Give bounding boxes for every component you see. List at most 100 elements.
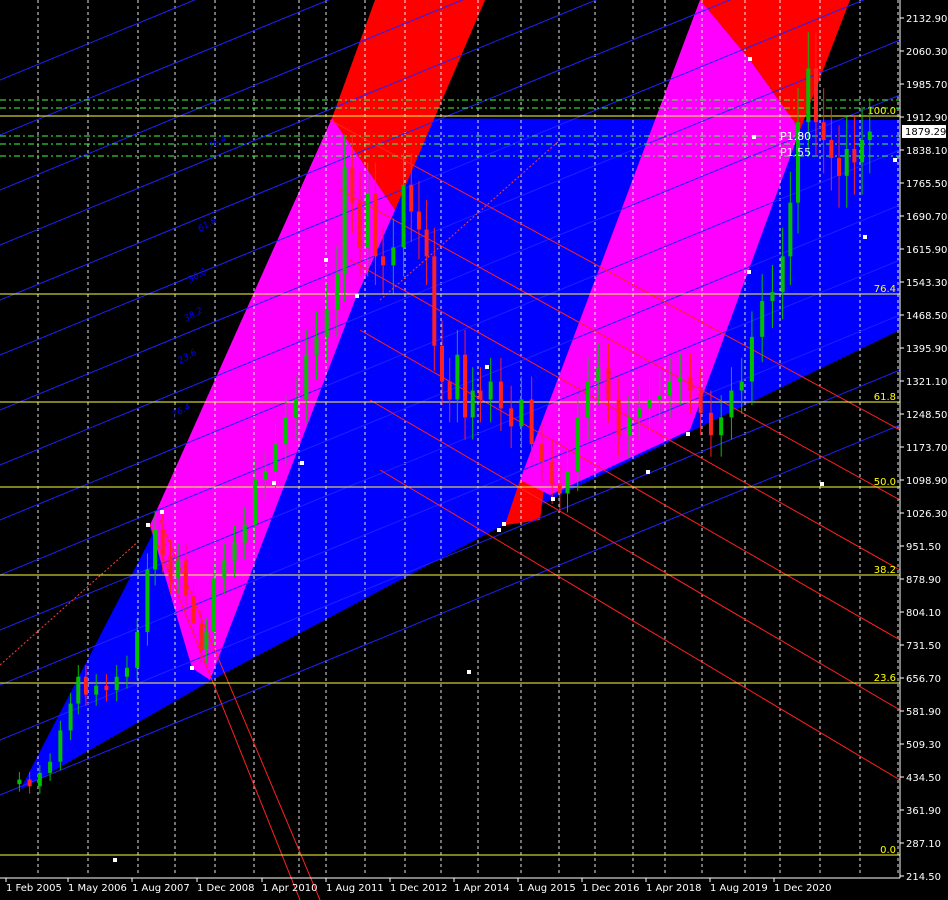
candle-body: [232, 542, 237, 561]
candle-body: [867, 131, 872, 141]
marker-point: [272, 481, 276, 485]
candle-body: [739, 381, 744, 391]
price-tick-label: 804.10: [906, 608, 941, 619]
candle-body: [58, 730, 63, 762]
price-tick-label: 731.50: [906, 641, 941, 652]
candle-body: [416, 211, 421, 230]
candle-body: [708, 412, 713, 436]
candle-body: [806, 68, 811, 123]
price-tick-label: 2060.30: [906, 47, 947, 58]
candle-body: [616, 399, 621, 436]
candle-body: [860, 140, 865, 163]
candle-body: [83, 676, 88, 695]
candle-body: [519, 399, 524, 427]
fib-level-label: 38.2: [874, 565, 896, 576]
price-tick-label: 1985.70: [906, 80, 947, 91]
candle-body: [470, 390, 475, 418]
candle-body: [575, 417, 580, 472]
time-tick-label: 1 Dec 2020: [774, 883, 832, 894]
time-tick-label: 1 Aug 2011: [326, 883, 384, 894]
fan-label: 38.2: [183, 306, 206, 325]
red-trend-line: [379, 469, 901, 781]
candle-body: [94, 685, 99, 695]
price-tick-label: 1838.10: [906, 146, 947, 157]
marker-point: [893, 158, 897, 162]
fan-label: 50.0: [187, 267, 210, 286]
candle-body: [698, 390, 703, 413]
candle-body: [688, 377, 693, 391]
price-tick-label: 1395.90: [906, 344, 947, 355]
candle-body: [565, 471, 570, 494]
price-tick-label: 581.90: [906, 707, 941, 718]
candle-body: [17, 779, 22, 785]
candle-body: [401, 184, 406, 248]
marker-point: [190, 666, 194, 670]
candle-body: [212, 578, 217, 633]
marker-point: [551, 497, 555, 501]
candle-body: [342, 166, 347, 275]
candle-body: [837, 157, 842, 176]
fib-level-label: 0.0: [880, 845, 896, 856]
marker-point: [300, 461, 304, 465]
candle-body: [788, 202, 793, 257]
candle-body: [440, 345, 444, 382]
marker-point: [747, 270, 751, 274]
candle-body: [749, 336, 754, 382]
candle-body: [304, 354, 309, 400]
price-tick-label: 1098.90: [906, 476, 947, 487]
fib-level-label: 76.4: [874, 284, 896, 295]
candle-body: [124, 667, 129, 677]
time-tick-label: 1 Apr 2018: [646, 883, 701, 894]
candle-body: [68, 703, 73, 731]
candle-body: [447, 381, 452, 400]
candle-body: [183, 560, 188, 597]
candle-body: [273, 444, 278, 472]
time-tick-label: 1 May 2006: [68, 883, 127, 894]
candle-body: [719, 417, 724, 436]
candle-body: [145, 569, 150, 633]
marker-point: [820, 482, 824, 486]
fan-label: 76.4: [207, 134, 230, 153]
candle-body: [637, 408, 642, 418]
candle-body: [176, 560, 181, 579]
chart-canvas: 100.0 76.4 61.8 50.0 38.2 23.6 0.0 76.4 61.8 50.…: [0, 0, 947, 900]
candle-body: [350, 166, 355, 203]
time-tick-label: 1 Feb 2005: [6, 883, 62, 894]
candle-body: [191, 596, 196, 624]
candle-body: [647, 399, 652, 409]
candle-body: [409, 184, 414, 212]
time-tick-label: 1 Aug 2019: [710, 883, 768, 894]
time-tick-label: 1 Dec 2016: [582, 883, 640, 894]
candle-body: [657, 394, 662, 400]
time-tick-label: 1 Apr 2010: [262, 883, 317, 894]
candle-body: [104, 685, 109, 691]
marker-point: [146, 523, 150, 527]
candle-body: [199, 623, 204, 650]
candle-body: [550, 462, 555, 485]
time-tick-label: 1 Dec 2008: [197, 883, 255, 894]
price-tick-label: 287.10: [906, 839, 941, 850]
price-tick-label: 1690.70: [906, 212, 947, 223]
fib-level-label: 61.8: [874, 392, 896, 403]
price-tick-label: 361.90: [906, 806, 941, 817]
time-tick-label: 1 Aug 2015: [518, 883, 576, 894]
candle-body: [770, 292, 775, 302]
candle-body: [294, 399, 298, 418]
price-tick-label: 509.30: [906, 740, 941, 751]
candle-body: [222, 560, 227, 579]
price-tick-label: 878.90: [906, 575, 941, 586]
fan-label: 61.8: [197, 216, 220, 235]
price-tick-label: 1026.30: [906, 509, 947, 520]
fan-fills: [20, 0, 900, 790]
candle-body: [821, 122, 826, 141]
candle-body: [455, 354, 460, 400]
time-tick-label: 1 Aug 2007: [132, 883, 190, 894]
candle-body: [586, 381, 590, 418]
price-tick-label: 1615.90: [906, 245, 947, 256]
marker-point: [467, 670, 471, 674]
fib-level-label: 100.0: [867, 106, 896, 117]
current-price-label: 1879.29: [905, 127, 946, 138]
marker-point: [113, 858, 117, 862]
candle-body: [478, 390, 483, 400]
candle-body: [463, 354, 468, 418]
